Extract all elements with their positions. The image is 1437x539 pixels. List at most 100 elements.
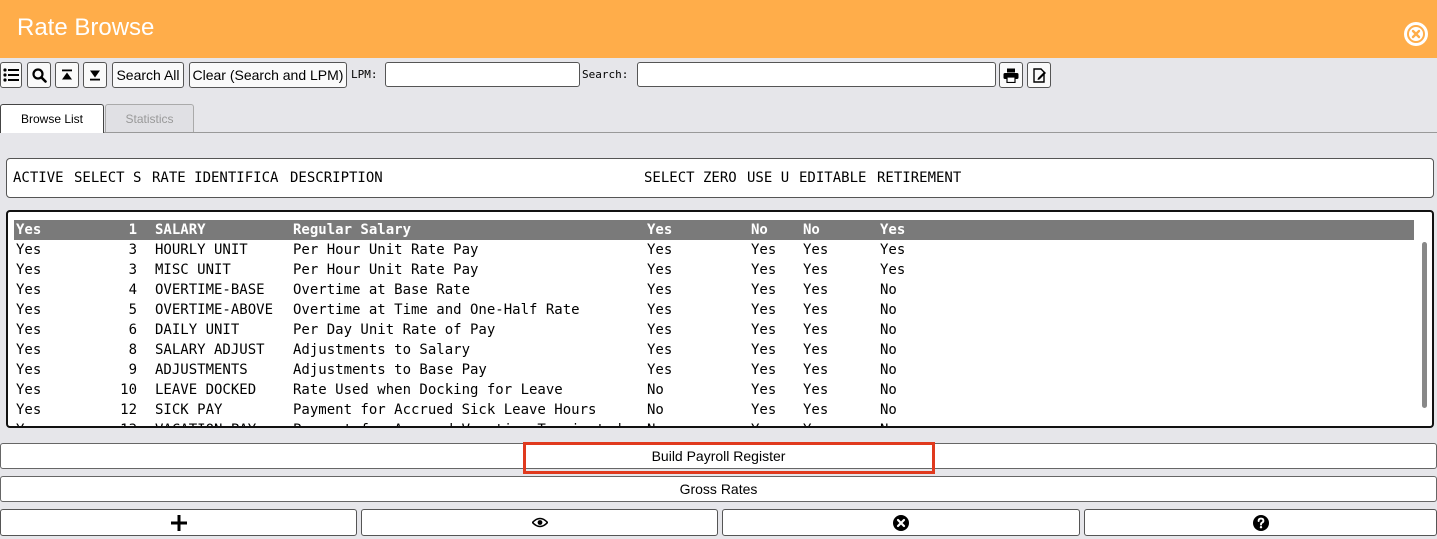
list-scrollbar[interactable] (1422, 242, 1427, 408)
cell-select-zero: Yes (647, 222, 673, 238)
build-payroll-register-button[interactable]: Build Payroll Register (0, 443, 1437, 469)
view-button[interactable] (361, 509, 718, 536)
cell-description: Regular Salary (293, 222, 412, 238)
cell-use-u: Yes (751, 402, 777, 418)
table-row[interactable]: Yes 1 SALARY Regular Salary Yes No No Yes (14, 220, 1414, 240)
cell-editable: Yes (803, 322, 829, 338)
cell-use-u: Yes (751, 302, 777, 318)
cell-select-zero: No (647, 402, 664, 418)
cell-rate-id: VACATION PAY (155, 422, 256, 426)
gross-rates-button[interactable]: Gross Rates (0, 476, 1437, 502)
cell-select-s: 5 (128, 302, 137, 318)
cell-rate-id: HOURLY UNIT (155, 242, 248, 258)
cell-retirement: No (880, 422, 897, 426)
cell-description: Overtime at Time and One-Half Rate (293, 302, 580, 318)
edit-document-icon (1032, 67, 1046, 83)
cell-select-zero: Yes (647, 322, 673, 338)
cell-select-s: 6 (128, 322, 137, 338)
cell-editable: No (803, 222, 820, 238)
cell-select-s: 3 (128, 262, 137, 278)
cell-select-s: 12 (120, 402, 137, 418)
cell-editable: Yes (803, 362, 829, 378)
cell-description: Rate Used when Docking for Leave (293, 382, 563, 398)
cell-use-u: Yes (751, 382, 777, 398)
cell-select-zero: Yes (647, 282, 673, 298)
table-row[interactable]: Yes 3 MISC UNIT Per Hour Unit Rate Pay Yes Ye… (14, 260, 1414, 280)
cell-select-zero: Yes (647, 262, 673, 278)
search-button[interactable] (27, 62, 51, 88)
table-row[interactable]: Yes 6 DAILY UNIT Per Day Unit Rate of Pay Ye… (14, 320, 1414, 340)
lpm-label: LPM: (351, 68, 378, 81)
plus-icon (170, 514, 187, 531)
cell-use-u: Yes (751, 262, 777, 278)
cell-description: Per Day Unit Rate of Pay (293, 322, 496, 338)
add-button[interactable] (0, 509, 357, 536)
cell-editable: Yes (803, 262, 829, 278)
column-header-use-u[interactable]: USE U (747, 170, 789, 186)
tab-browse-list[interactable]: Browse List (0, 104, 104, 133)
cell-select-zero: Yes (647, 362, 673, 378)
cell-description: Payment for Accrued Vacation Terminated (293, 422, 622, 426)
column-header-select-zero[interactable]: SELECT ZERO (644, 170, 737, 186)
cell-select-s: 10 (120, 382, 137, 398)
move-to-bottom-button[interactable] (83, 62, 107, 88)
arrow-top-icon (62, 69, 72, 80)
cell-retirement: Yes (880, 222, 906, 238)
table-row[interactable]: Yes 10 LEAVE DOCKED Rate Used when Docking … (14, 380, 1414, 400)
cell-retirement: No (880, 362, 897, 378)
export-button[interactable] (1027, 62, 1051, 88)
column-header-rate-identifica[interactable]: RATE IDENTIFICA (152, 170, 278, 186)
cell-select-s: 13 (14, 422, 137, 426)
table-row[interactable]: Yes 12 SICK PAY Payment for Accrued Sick Le… (14, 400, 1414, 420)
cell-retirement: No (880, 342, 897, 358)
table-row[interactable]: Yes 8 SALARY ADJUST Adjustments to Salary Ye… (14, 340, 1414, 360)
table-row[interactable]: Yes 5 OVERTIME-ABOVE Overtime at Time and O… (14, 300, 1414, 320)
cell-editable: Yes (803, 422, 828, 426)
search-input[interactable] (637, 62, 996, 87)
question-circle-icon (1252, 514, 1269, 531)
cell-use-u: Yes (751, 422, 776, 426)
column-header-editable[interactable]: EDITABLE (799, 170, 866, 186)
arrow-bottom-icon (90, 70, 100, 81)
eye-icon (531, 517, 548, 528)
column-header-bar: ACTIVE SELECT S RATE IDENTIFICA DESCRIPT… (6, 158, 1434, 198)
cell-use-u: No (751, 222, 768, 238)
printer-icon (1003, 68, 1019, 83)
cell-editable: Yes (803, 382, 829, 398)
cell-editable: Yes (803, 302, 829, 318)
help-button[interactable] (1084, 509, 1437, 536)
column-header-select-s[interactable]: SELECT S (74, 170, 141, 186)
cell-select-zero: No (647, 422, 664, 426)
list-view-button[interactable] (0, 62, 22, 88)
search-all-button[interactable]: Search All (112, 62, 184, 88)
cell-editable: Yes (803, 242, 829, 258)
window-title: Rate Browse (17, 14, 155, 41)
cell-select-s: 9 (128, 362, 137, 378)
delete-button[interactable] (722, 509, 1080, 536)
cell-description: Payment for Accrued Sick Leave Hours (293, 402, 597, 418)
cell-select-zero: Yes (647, 302, 673, 318)
cell-retirement: Yes (880, 262, 906, 278)
close-circle-icon (1407, 25, 1425, 43)
tab-divider (104, 132, 1437, 133)
table-row[interactable]: Yes 4 OVERTIME-BASE Overtime at Base Rate Ye… (14, 280, 1414, 300)
print-button[interactable] (999, 62, 1023, 88)
cell-rate-id: SALARY (155, 222, 206, 238)
clear-search-button[interactable]: Clear (Search and LPM) (189, 62, 347, 88)
cell-retirement: No (880, 322, 897, 338)
table-row[interactable]: Yes 13 VACATION PAY Payment for Accrued Vac… (14, 420, 1414, 426)
cell-rate-id: LEAVE DOCKED (155, 382, 257, 398)
column-header-description[interactable]: DESCRIPTION (290, 170, 383, 186)
cell-retirement: No (880, 302, 897, 318)
column-header-retirement[interactable]: RETIREMENT (877, 170, 961, 186)
cell-description: Adjustments to Salary (293, 342, 471, 358)
cell-use-u: Yes (751, 322, 777, 338)
lpm-input[interactable] (385, 62, 580, 87)
move-to-top-button[interactable] (55, 62, 79, 88)
table-row[interactable]: Yes 3 HOURLY UNIT Per Hour Unit Rate Pay Yes… (14, 240, 1414, 260)
close-window-button[interactable] (1404, 22, 1428, 46)
table-row[interactable]: Yes 9 ADJUSTMENTS Adjustments to Base Pay Ye… (14, 360, 1414, 380)
close-circle-icon (893, 514, 909, 531)
column-header-active[interactable]: ACTIVE (13, 170, 64, 186)
tab-statistics[interactable]: Statistics (105, 104, 194, 133)
